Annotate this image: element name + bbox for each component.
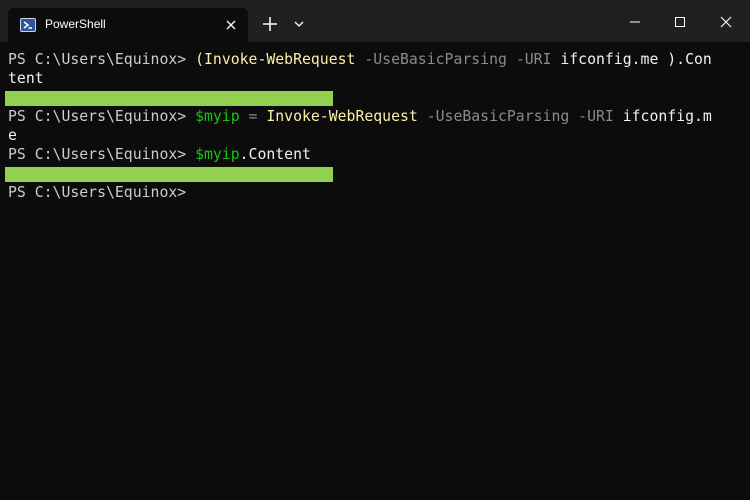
prompt: PS C:\Users\Equinox> [8, 108, 196, 125]
cmdlet: Invoke-WebRequest [204, 51, 356, 68]
terminal-line-3-wrap: e [8, 126, 17, 145]
redacted-output [5, 91, 333, 106]
argument-wrap: e [8, 127, 17, 144]
plus-icon[interactable] [260, 14, 280, 34]
title-bar[interactable]: PowerShell [0, 0, 750, 42]
terminal-window: PowerShell PS C:\Users\Equinox> (Invoke-… [0, 0, 750, 500]
parameter: -URI [569, 108, 614, 125]
open-paren: ( [195, 51, 204, 68]
prompt: PS C:\Users\Equinox> [8, 51, 196, 68]
tab-title: PowerShell [45, 17, 106, 31]
parameter: -URI [506, 51, 552, 68]
variable: $myip [195, 108, 240, 125]
prompt: PS C:\Users\Equinox> [8, 146, 196, 163]
argument: ifconfig.m [613, 108, 712, 125]
property: .Content [239, 146, 311, 163]
member-access-wrap: tent [8, 70, 44, 87]
operator: = [239, 108, 267, 125]
prompt: PS C:\Users\Equinox> [8, 184, 196, 201]
terminal-line-1: PS C:\Users\Equinox> (Invoke-WebRequest … [8, 50, 712, 69]
parameter: -UseBasicParsing [417, 108, 570, 125]
terminal-line-3: PS C:\Users\Equinox> $myip = Invoke-WebR… [8, 107, 712, 126]
redacted-output [5, 167, 333, 182]
maximize-icon[interactable] [670, 12, 690, 32]
terminal-line-5: PS C:\Users\Equinox> $myip.Content [8, 145, 311, 164]
parameter: -UseBasicParsing [355, 51, 507, 68]
variable: $myip [195, 146, 240, 163]
member-access: ).Con [667, 51, 712, 68]
tab-close-icon[interactable] [223, 17, 239, 33]
chevron-down-icon[interactable] [290, 15, 308, 33]
terminal-line-1-wrap: tent [8, 69, 44, 88]
terminal-line-prompt[interactable]: PS C:\Users\Equinox> [8, 183, 195, 202]
argument: ifconfig.me [551, 51, 668, 68]
tab-powershell[interactable]: PowerShell [8, 8, 248, 42]
cmdlet: Invoke-WebRequest [266, 108, 418, 125]
minimize-icon[interactable] [625, 12, 645, 32]
terminal-output[interactable]: PS C:\Users\Equinox> (Invoke-WebRequest … [0, 42, 750, 500]
powershell-icon [20, 17, 36, 33]
close-icon[interactable] [716, 12, 736, 32]
